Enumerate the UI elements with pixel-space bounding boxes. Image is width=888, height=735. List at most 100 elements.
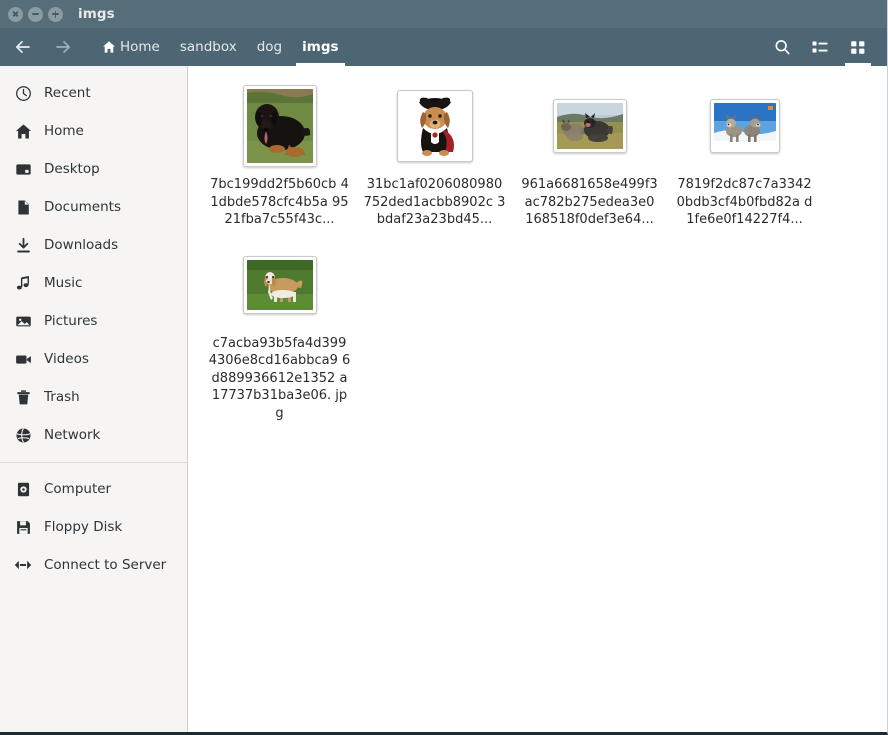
file-name: 7bc199dd2f5b60cb 41dbde578cfc4b5a 9521fb… <box>209 176 351 229</box>
file-thumbnail <box>242 85 317 167</box>
file-name-line: 168518f0def3e64... <box>525 212 654 227</box>
file-name: c7acba93b5fa4d399 4306e8cd16abbca9 6d889… <box>209 335 351 423</box>
floppy-icon <box>13 517 33 537</box>
list-view-button[interactable] <box>801 28 839 66</box>
breadcrumb-item-imgs[interactable]: imgs <box>292 28 348 66</box>
clock-icon <box>13 83 33 103</box>
file-name-line: ac782b275edea3e0 <box>524 194 655 210</box>
breadcrumb-item-home[interactable]: Home <box>92 28 170 66</box>
globe-icon <box>13 425 33 445</box>
list-view-icon <box>812 41 828 53</box>
tan-white-dog-on-grass-image <box>246 259 313 310</box>
sidebar: Recent Home Desktop Documents Downloads … <box>0 66 188 732</box>
breadcrumb: Home sandbox dog imgs <box>92 28 349 66</box>
file-item[interactable]: c7acba93b5fa4d399 4306e8cd16abbca9 6d889… <box>202 237 357 423</box>
file-name-line: 7bc199dd2f5b60cb <box>210 177 337 192</box>
sidebar-item-pictures[interactable]: Pictures <box>0 302 187 340</box>
toolbar-actions <box>763 28 887 66</box>
sidebar-item-label: Floppy Disk <box>44 519 123 535</box>
trash-icon <box>13 387 33 407</box>
home-icon <box>102 40 116 54</box>
title-bar: imgs <box>0 0 887 28</box>
sidebar-item-desktop[interactable]: Desktop <box>0 150 187 188</box>
grid-view-icon <box>851 41 865 54</box>
sidebar-item-videos[interactable]: Videos <box>0 340 187 378</box>
sidebar-item-label: Recent <box>44 85 91 101</box>
sidebar-item-label: Trash <box>44 389 80 405</box>
file-name-line: c7acba93b5fa4d399 <box>212 335 347 351</box>
sidebar-item-label: Home <box>44 123 84 139</box>
file-thumbnail <box>242 255 317 314</box>
window-controls <box>8 6 63 22</box>
navigation-buttons <box>0 28 74 66</box>
arrow-right-icon <box>56 40 71 54</box>
file-thumbnail <box>396 90 473 162</box>
dog-black-tan-on-grass-image <box>246 89 313 163</box>
sidebar-item-connect-to-server[interactable]: Connect to Server <box>0 546 187 584</box>
file-name: 7819f2dc87c7a3342 0bdb3cf4b0fbd82a d1fe6… <box>674 176 816 229</box>
file-item[interactable]: 7819f2dc87c7a3342 0bdb3cf4b0fbd82a d1fe6… <box>667 78 822 229</box>
document-icon <box>13 197 33 217</box>
search-button[interactable] <box>763 28 801 66</box>
sidebar-item-label: Music <box>44 275 83 291</box>
sidebar-item-recent[interactable]: Recent <box>0 74 187 112</box>
file-list-area[interactable]: 7bc199dd2f5b60cb 41dbde578cfc4b5a 9521fb… <box>188 66 887 732</box>
desktop-icon <box>13 159 33 179</box>
harddisk-icon <box>13 479 33 499</box>
file-thumbnail <box>709 99 780 153</box>
maximize-icon[interactable] <box>48 6 63 22</box>
back-button[interactable] <box>12 36 34 58</box>
window-title: imgs <box>78 6 115 22</box>
file-manager-window: imgs Home sandbox dog imgs Recent Home D… <box>0 0 888 735</box>
sidebar-item-label: Desktop <box>44 161 100 177</box>
forward-button[interactable] <box>52 36 74 58</box>
breadcrumb-item-sandbox[interactable]: sandbox <box>170 28 247 66</box>
file-item[interactable]: 31bc1af0206080980 752ded1acbb8902c 3bdaf… <box>357 78 512 229</box>
connect-server-icon <box>13 555 33 575</box>
thumbnail-wrap <box>552 83 627 169</box>
window-body: Recent Home Desktop Documents Downloads … <box>0 66 887 732</box>
file-name-line: 7819f2dc87c7a3342 <box>677 177 812 192</box>
file-item[interactable]: 961a6681658e499f3 ac782b275edea3e0 16851… <box>512 78 667 229</box>
file-name-line: 4306e8cd16abbca9 <box>208 353 338 368</box>
sidebar-item-trash[interactable]: Trash <box>0 378 187 416</box>
home-glyph <box>103 41 115 53</box>
sidebar-item-label: Videos <box>44 351 89 367</box>
sidebar-item-label: Network <box>44 427 101 443</box>
arrow-left-icon <box>15 40 30 54</box>
breadcrumb-label: dog <box>256 39 283 55</box>
sidebar-item-label: Computer <box>44 481 112 497</box>
sidebar-item-downloads[interactable]: Downloads <box>0 226 187 264</box>
file-name-line: 961a6681658e499f3 <box>521 177 658 192</box>
sidebar-item-floppy-disk[interactable]: Floppy Disk <box>0 508 187 546</box>
thumbnail-wrap <box>242 83 317 169</box>
sidebar-item-home[interactable]: Home <box>0 112 187 150</box>
file-thumbnail <box>552 99 627 153</box>
sidebar-item-label: Connect to Server <box>44 557 167 573</box>
toolbar: Home sandbox dog imgs <box>0 28 887 66</box>
minimize-icon[interactable] <box>28 6 43 22</box>
breadcrumb-label: Home <box>120 39 160 55</box>
breadcrumb-label: imgs <box>302 39 339 55</box>
close-icon[interactable] <box>8 6 23 22</box>
two-shepherd-dogs-field-image <box>556 103 623 149</box>
thumbnail-wrap <box>396 83 473 169</box>
dog-vampire-costume-image <box>400 94 469 158</box>
video-camera-icon <box>13 349 33 369</box>
sidebar-item-computer[interactable]: Computer <box>0 470 187 508</box>
sidebar-separator <box>0 462 187 463</box>
grid-view-button[interactable] <box>839 28 877 66</box>
home-icon <box>13 121 33 141</box>
two-wolves-in-snow-image <box>713 103 776 149</box>
sidebar-item-label: Downloads <box>44 237 119 253</box>
sidebar-item-network[interactable]: Network <box>0 416 187 454</box>
search-icon <box>775 39 790 54</box>
file-item[interactable]: 7bc199dd2f5b60cb 41dbde578cfc4b5a 9521fb… <box>202 78 357 229</box>
sidebar-item-label: Documents <box>44 199 121 215</box>
file-name-line: 0bdb3cf4b0fbd82a <box>676 194 800 210</box>
sidebar-item-documents[interactable]: Documents <box>0 188 187 226</box>
sidebar-item-music[interactable]: Music <box>0 264 187 302</box>
breadcrumb-item-dog[interactable]: dog <box>247 28 292 66</box>
picture-icon <box>13 311 33 331</box>
